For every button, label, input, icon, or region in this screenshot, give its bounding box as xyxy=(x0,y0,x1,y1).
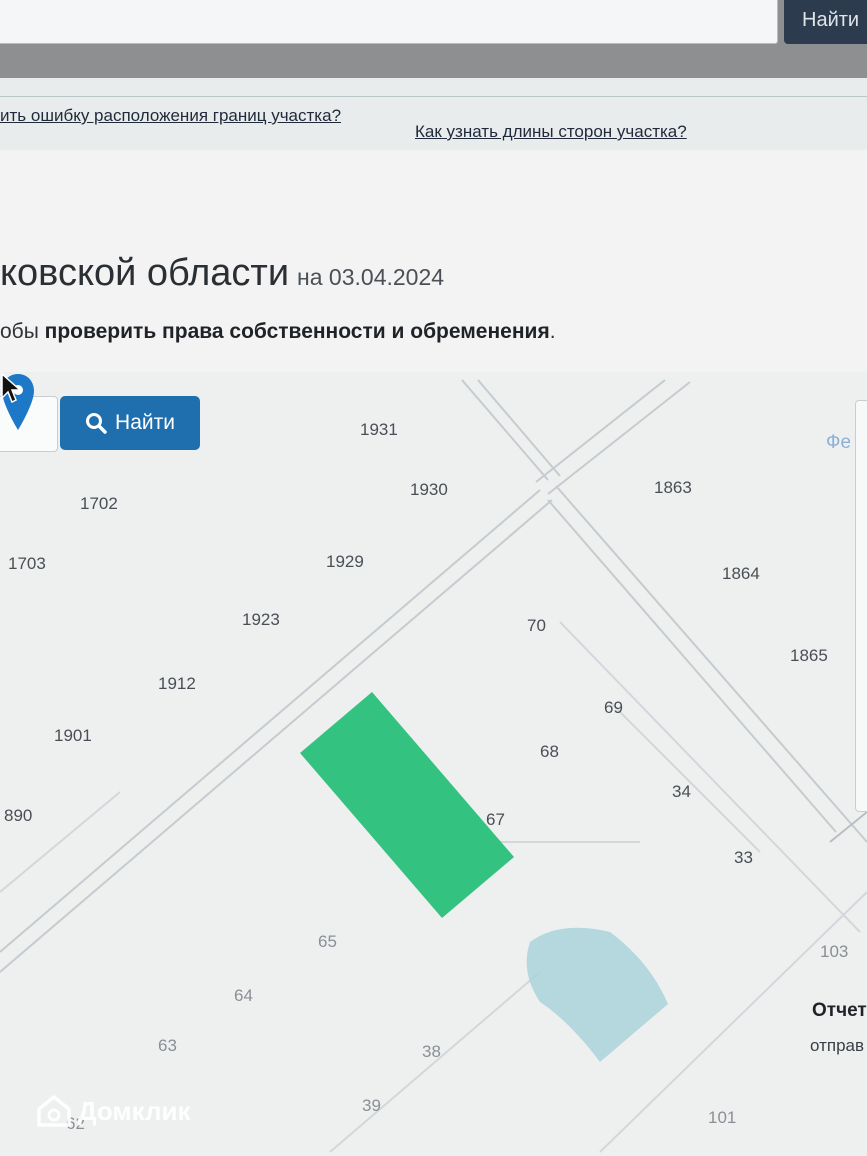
plot-label[interactable]: 65 xyxy=(318,932,337,952)
plot-label[interactable]: 101 xyxy=(708,1108,736,1128)
water-body xyxy=(526,927,668,1062)
link-side-lengths[interactable]: Как узнать длины сторон участка? xyxy=(415,122,687,142)
plot-label[interactable]: 67 xyxy=(486,810,505,830)
help-links-bar: ить ошибку расположения границ участка? … xyxy=(0,78,867,152)
page-subtitle: обы проверить права собственности и обре… xyxy=(0,320,556,344)
plot-label[interactable]: 38 xyxy=(422,1042,441,1062)
mouse-cursor-icon xyxy=(1,372,22,404)
plot-label[interactable]: 63 xyxy=(158,1036,177,1056)
plot-label[interactable]: 1912 xyxy=(158,674,196,694)
plot-label[interactable]: 1703 xyxy=(8,554,46,574)
plot-label[interactable]: 1865 xyxy=(790,646,828,666)
top-search-button[interactable]: Найти xyxy=(784,0,867,44)
plot-label[interactable]: 1864 xyxy=(722,564,760,584)
page-title: ковской области на 03.04.2024 xyxy=(0,252,444,295)
plot-label[interactable]: 33 xyxy=(734,848,753,868)
report-text: отправ xyxy=(810,1036,865,1055)
plot-label[interactable]: 69 xyxy=(604,698,623,718)
cadastral-map[interactable]: Найти 1931 1930 1863 1702 1703 1929 1864… xyxy=(0,372,867,1156)
plot-label[interactable]: 1901 xyxy=(54,726,92,746)
plot-label[interactable]: 103 xyxy=(820,942,848,962)
plot-label[interactable]: 1702 xyxy=(80,494,118,514)
watermark: Домклик xyxy=(36,1094,190,1128)
map-search-button[interactable]: Найти xyxy=(60,396,200,450)
side-panel-text[interactable]: Фе xyxy=(826,432,851,454)
plot-label[interactable]: 64 xyxy=(234,986,253,1006)
map-search-button-label: Найти xyxy=(115,411,175,434)
links-divider xyxy=(0,96,867,97)
plot-label[interactable]: 68 xyxy=(540,742,559,762)
domclick-logo-icon xyxy=(37,1095,71,1127)
plot-label[interactable]: 1930 xyxy=(410,480,448,500)
plot-label[interactable]: 34 xyxy=(672,782,691,802)
plot-label[interactable]: 1931 xyxy=(360,420,398,440)
side-panel[interactable] xyxy=(855,400,867,812)
subtitle-prefix: обы xyxy=(0,320,45,343)
search-icon xyxy=(86,413,107,434)
highlighted-plot xyxy=(300,692,514,918)
subtitle-bold: проверить права собственности и обремене… xyxy=(44,320,550,343)
plot-label[interactable]: 1929 xyxy=(326,552,364,572)
page-date: на 03.04.2024 xyxy=(297,264,445,290)
plot-label[interactable]: 39 xyxy=(362,1096,381,1116)
plot-label[interactable]: 890 xyxy=(4,806,32,826)
link-boundary-error[interactable]: ить ошибку расположения границ участка? xyxy=(0,106,341,126)
top-search-input[interactable] xyxy=(0,0,778,44)
page-title-text: ковской области xyxy=(0,252,290,294)
watermark-text: Домклик xyxy=(78,1095,191,1126)
report-title: Отчет xyxy=(812,1000,867,1021)
plot-label[interactable]: 70 xyxy=(527,616,546,636)
subtitle-suffix: . xyxy=(549,320,556,343)
plot-label[interactable]: 1863 xyxy=(654,478,692,498)
top-bar: Найти xyxy=(0,0,867,78)
plot-label[interactable]: 1923 xyxy=(242,610,280,630)
